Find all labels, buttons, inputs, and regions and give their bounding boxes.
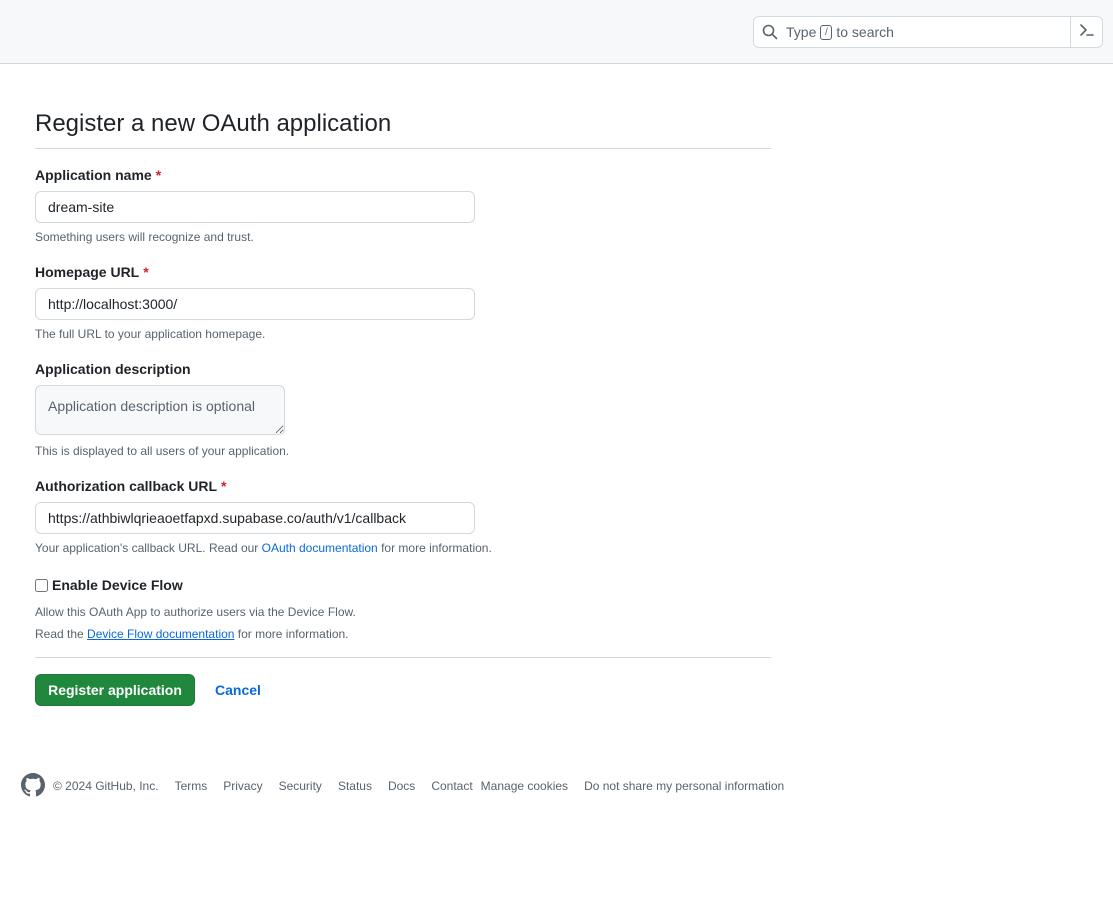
register-application-button[interactable]: Register application — [35, 674, 195, 706]
description-label: Application description — [35, 361, 191, 377]
required-mark: * — [221, 478, 227, 494]
callback-note-suffix: for more information. — [381, 541, 492, 555]
device-flow-checkbox[interactable] — [35, 578, 48, 592]
top-header: Type / to search — [0, 0, 1113, 64]
required-mark: * — [143, 264, 149, 280]
oauth-form-container: Register a new OAuth application Applica… — [35, 100, 771, 706]
footer-link-contact[interactable]: Contact — [431, 779, 472, 793]
cancel-button[interactable]: Cancel — [215, 682, 261, 698]
app-name-field: Application name* Something users will r… — [35, 165, 771, 244]
page-title: Register a new OAuth application — [35, 100, 771, 149]
footer-link-status[interactable]: Status — [338, 779, 372, 793]
callback-url-field: Authorization callback URL* Your applica… — [35, 476, 771, 555]
callback-url-input[interactable] — [35, 502, 475, 534]
device-flow-documentation-link[interactable]: Device Flow documentation — [87, 627, 234, 641]
oauth-documentation-link[interactable]: OAuth documentation — [262, 541, 378, 555]
search-suffix: to search — [836, 24, 894, 40]
required-mark: * — [155, 167, 162, 183]
form-actions: Register application Cancel — [35, 674, 771, 706]
search-prefix: Type — [786, 24, 817, 40]
device-flow-note-1: Allow this OAuth App to authorize users … — [35, 605, 356, 619]
search-icon — [754, 17, 786, 47]
app-name-note: Something users will recognize and trust… — [35, 230, 254, 244]
homepage-url-field: Homepage URL* The full URL to your appli… — [35, 262, 771, 341]
footer-link-manage-cookies[interactable]: Manage cookies — [481, 779, 568, 793]
command-palette-button[interactable] — [1070, 17, 1102, 47]
form-divider — [35, 657, 771, 658]
device-flow-row: Enable Device Flow — [35, 575, 771, 595]
callback-url-label-text: Authorization callback URL — [35, 478, 218, 494]
footer: © 2024 GitHub, Inc. Terms Privacy Securi… — [21, 772, 800, 800]
description-textarea[interactable] — [35, 385, 285, 435]
homepage-url-input[interactable] — [35, 288, 475, 320]
github-logo-icon[interactable] — [21, 772, 45, 800]
search-placeholder: Type / to search — [786, 24, 894, 40]
footer-link-terms[interactable]: Terms — [175, 779, 208, 793]
search-shortcut-key: / — [820, 24, 833, 40]
device-flow-note-suffix: for more information. — [237, 627, 349, 641]
description-note: This is displayed to all users of your a… — [35, 444, 290, 458]
search-input[interactable]: Type / to search — [753, 16, 1103, 48]
callback-url-note: Your application's callback URL. Read ou… — [35, 541, 771, 555]
command-palette-icon — [1079, 22, 1095, 43]
footer-link-do-not-share[interactable]: Do not share my personal information — [584, 779, 784, 793]
footer-link-security[interactable]: Security — [279, 779, 322, 793]
callback-note-prefix: Your application's callback URL. Read ou… — [35, 541, 259, 555]
device-flow-note-2: Read the Device Flow documentation for m… — [35, 627, 771, 641]
device-flow-label: Enable Device Flow — [52, 577, 183, 593]
footer-link-privacy[interactable]: Privacy — [223, 779, 262, 793]
description-field: Application description This is displaye… — [35, 359, 771, 458]
homepage-url-note: The full URL to your application homepag… — [35, 327, 266, 341]
footer-link-docs[interactable]: Docs — [388, 779, 415, 793]
app-name-label: Application name * — [35, 165, 771, 185]
app-name-label-text: Application name — [35, 167, 152, 183]
homepage-url-label-text: Homepage URL — [35, 264, 140, 280]
footer-copyright: © 2024 GitHub, Inc. — [53, 779, 159, 793]
app-name-input[interactable] — [35, 191, 475, 223]
homepage-url-label: Homepage URL * — [35, 262, 771, 282]
callback-url-label: Authorization callback URL * — [35, 476, 771, 496]
device-flow-note-prefix: Read the — [35, 627, 84, 641]
